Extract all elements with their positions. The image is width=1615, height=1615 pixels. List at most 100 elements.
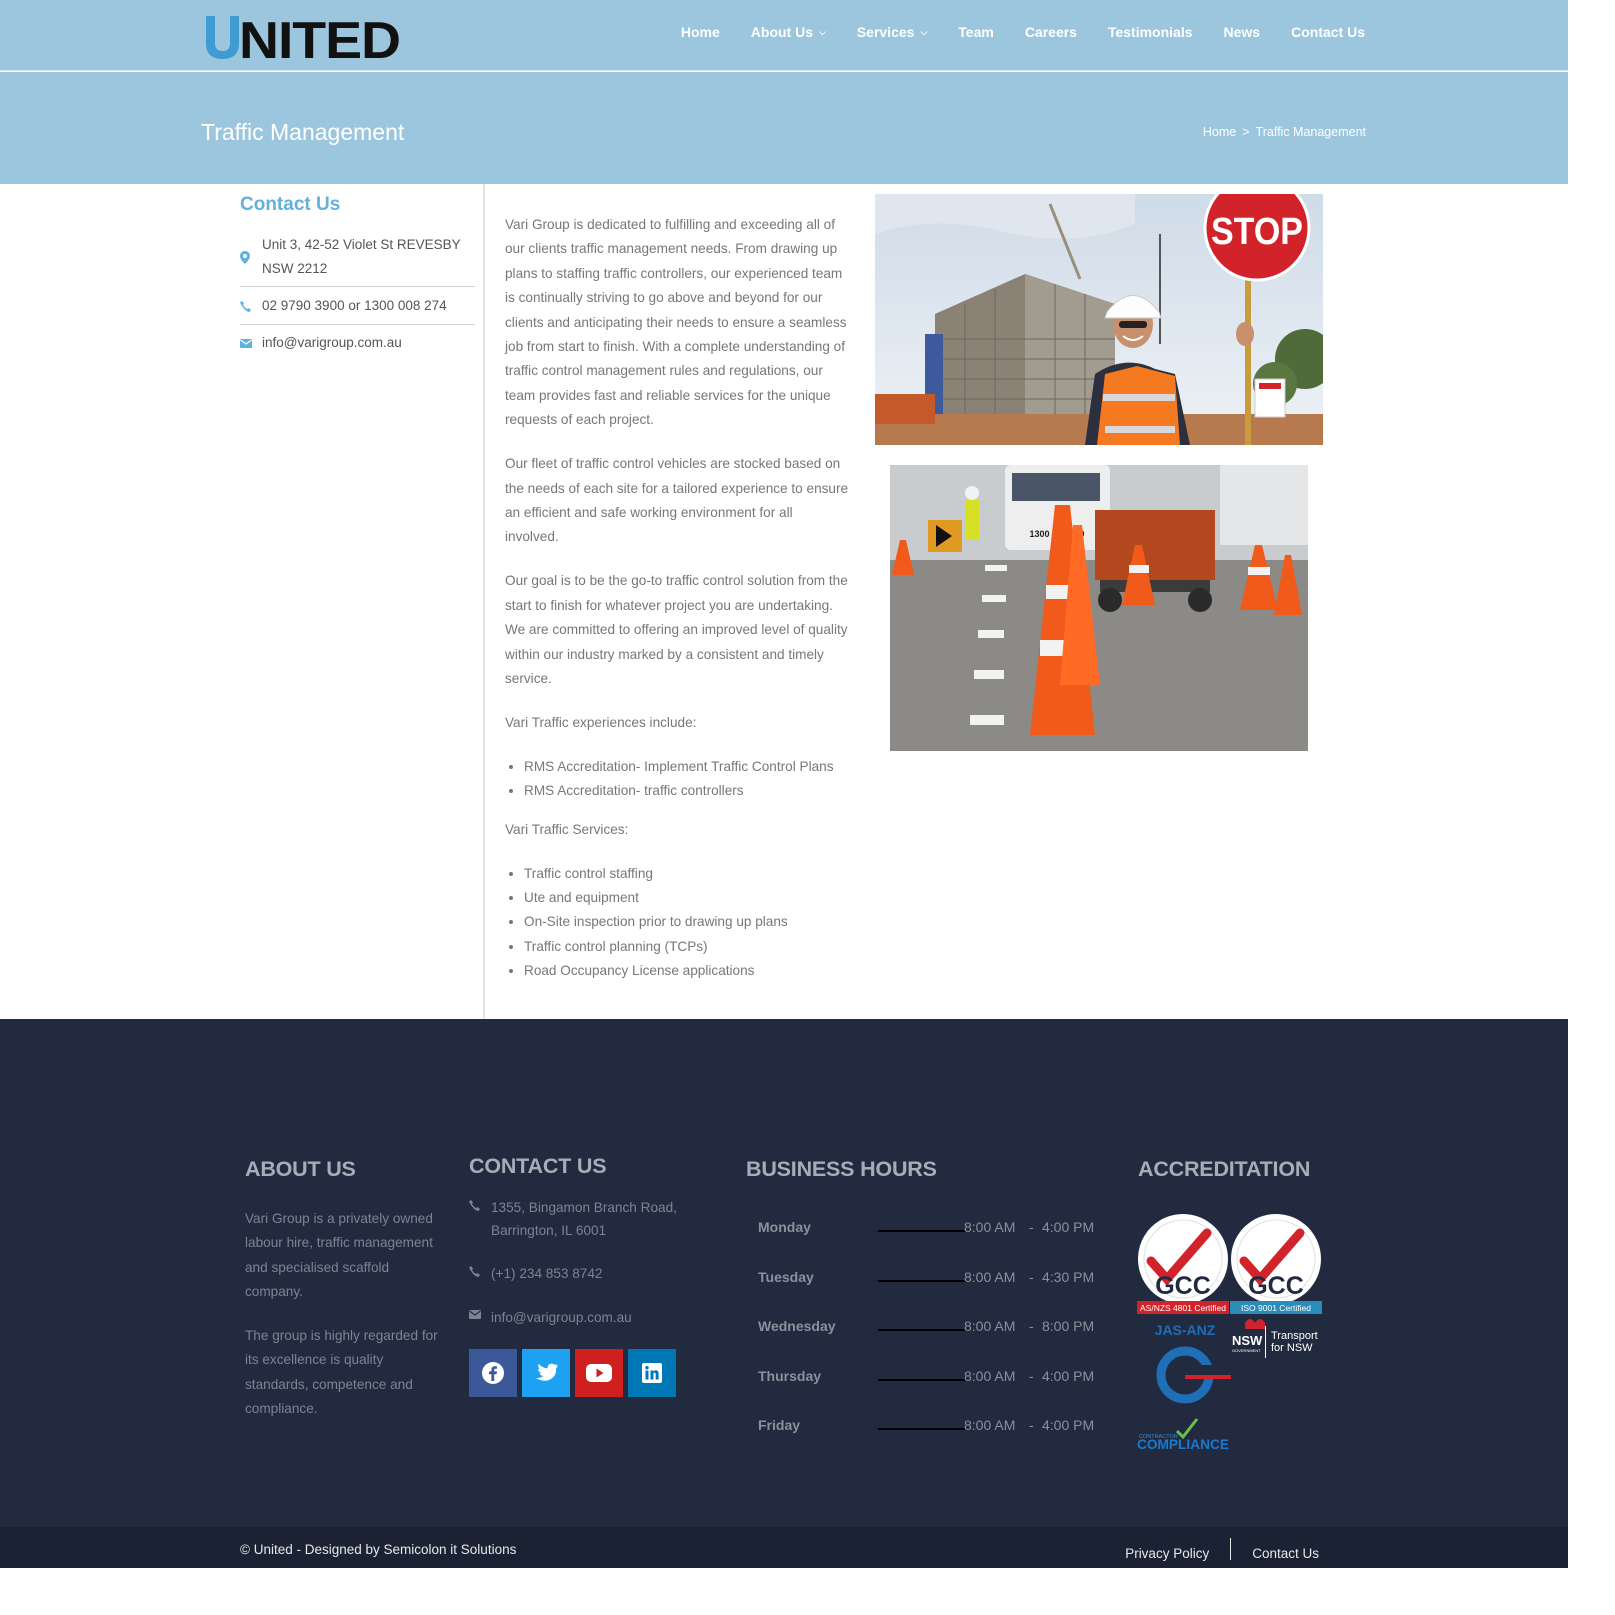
hours-dotted-line [878, 1329, 966, 1331]
linkedin-button[interactable] [628, 1349, 676, 1397]
page-title: Traffic Management [201, 119, 405, 145]
content-paragraph: Vari Group is dedicated to fulfilling an… [505, 217, 847, 428]
gcc-4801-badge: GCC AS/NZS 4801 Certified [1137, 1214, 1229, 1314]
sidebar-divider [240, 286, 475, 287]
footer-about-text: The group is highly regarded for its exc… [245, 1328, 438, 1416]
svg-text:for NSW: for NSW [1271, 1342, 1313, 1354]
svg-text:Transport: Transport [1271, 1330, 1318, 1342]
list-item: Traffic control staffing [524, 862, 850, 886]
hours-dotted-line [878, 1379, 966, 1381]
footer-email-text[interactable]: info@varigroup.com.au [491, 1306, 632, 1329]
nav-team[interactable]: Team [958, 24, 994, 40]
hours-dotted-line [878, 1428, 966, 1430]
top-navigation-bar: NITED Home About Us ⌵ Services ⌵ Team Care… [0, 0, 1568, 71]
gcc-9001-badge: GCC ISO 9001 Certified [1230, 1214, 1322, 1314]
page-title-banner: Traffic Management Home > Traffic Manage… [0, 72, 1568, 184]
sidebar-divider [240, 324, 475, 325]
breadcrumb-current: Traffic Management [1255, 125, 1366, 139]
svg-text:JAS-ANZ: JAS-ANZ [1155, 1322, 1216, 1338]
footer-links: Privacy Policy Contact Us [1125, 1538, 1319, 1564]
svg-text:NSW: NSW [1232, 1333, 1263, 1348]
hours-dotted-line [878, 1280, 966, 1282]
nav-services[interactable]: Services ⌵ [857, 24, 927, 40]
footer-about-text: Vari Group is a privately owned labour h… [245, 1211, 433, 1299]
phone-icon [469, 1262, 481, 1285]
phone-icon [469, 1196, 481, 1242]
contact-sidebar: Contact Us Unit 3, 42-52 Violet St REVES… [240, 184, 485, 1019]
address-line-2: NSW 2212 [262, 261, 328, 276]
svg-text:COMPLIANCE: COMPLIANCE [1137, 1436, 1229, 1450]
twitter-icon [535, 1363, 558, 1381]
svg-text:GOVERNMENT: GOVERNMENT [1232, 1348, 1261, 1353]
contact-us-link[interactable]: Contact Us [1252, 1546, 1319, 1561]
map-pin-icon [240, 233, 252, 281]
breadcrumb-separator: > [1242, 125, 1250, 139]
logo-wordmark: NITED [206, 14, 401, 60]
chevron-down-icon: ⌵ [819, 26, 826, 37]
footer-accreditation-title: ACCREDITATION [1138, 1157, 1311, 1181]
privacy-policy-link[interactable]: Privacy Policy [1125, 1546, 1209, 1561]
footer-phone-text[interactable]: (+1) 234 853 8742 [491, 1262, 603, 1285]
address-line-1: Unit 3, 42-52 Violet St REVESBY [262, 237, 461, 252]
copyright-bar: © United - Designed by Semicolon it Solu… [0, 1527, 1568, 1568]
phone-number[interactable]: 02 9790 3900 or 1300 008 274 [262, 294, 447, 318]
list-item: RMS Accreditation- traffic controllers [524, 779, 850, 803]
hours-row: Friday 8:00 AM -4:00 PM [758, 1417, 1095, 1433]
footer-phone: (+1) 234 853 8742 [469, 1262, 603, 1285]
hours-row: Monday 8:00 AM -4:00 PM [758, 1219, 1095, 1235]
content-paragraph: Our goal is to be the go-to traffic cont… [505, 573, 848, 686]
list-item: Road Occupancy License applications [524, 959, 850, 983]
nav-home[interactable]: Home [681, 24, 720, 40]
nav-about-us[interactable]: About Us ⌵ [751, 24, 826, 40]
list-item: Traffic control planning (TCPs) [524, 935, 850, 959]
breadcrumb: Home > Traffic Management [1203, 125, 1366, 139]
services-list: Traffic control staffing Ute and equipme… [524, 862, 850, 983]
main-nav: Home About Us ⌵ Services ⌵ Team Careers Te… [650, 24, 1365, 40]
nav-testimonials[interactable]: Testimonials [1108, 24, 1193, 40]
nav-contact-us[interactable]: Contact Us [1291, 24, 1365, 40]
youtube-button[interactable] [575, 1349, 623, 1397]
services-heading: Vari Traffic Services: [505, 822, 629, 838]
sidebar-email: info@varigroup.com.au [240, 331, 475, 355]
contractor-compliance-logo: CONTRACTOR COMPLIANCE [1137, 1418, 1229, 1452]
footer-contact-title: CONTACT US [469, 1154, 607, 1178]
content-paragraph: Our fleet of traffic control vehicles ar… [505, 456, 849, 545]
svg-text:STOP: STOP [1211, 211, 1303, 253]
experiences-list: RMS Accreditation- Implement Traffic Con… [524, 755, 850, 803]
twitter-button[interactable] [522, 1349, 570, 1397]
list-item: RMS Accreditation- Implement Traffic Con… [524, 755, 850, 779]
sidebar-title: Contact Us [240, 194, 341, 215]
traffic-cones-photo: 1300 306 830 [890, 465, 1308, 751]
nav-careers[interactable]: Careers [1025, 24, 1077, 40]
social-links [469, 1349, 676, 1397]
svg-text:NITED: NITED [239, 14, 400, 60]
breadcrumb-home[interactable]: Home [1203, 125, 1236, 139]
jas-anz-logo: JAS-ANZ [1155, 1322, 1231, 1404]
footer-email: info@varigroup.com.au [469, 1306, 632, 1329]
main-content: Vari Group is dedicated to fulfilling an… [505, 213, 850, 998]
facebook-button[interactable] [469, 1349, 517, 1397]
svg-text:AS/NZS 4801 Certified: AS/NZS 4801 Certified [1140, 1303, 1226, 1313]
sidebar-phone: 02 9790 3900 or 1300 008 274 [240, 294, 475, 318]
svg-text:GCC: GCC [1248, 1272, 1304, 1300]
footer-address-text: 1355, Bingamon Branch Road, Barrington, … [491, 1200, 677, 1238]
svg-text:GCC: GCC [1155, 1272, 1211, 1300]
transport-nsw-logo: NSW GOVERNMENT Transport for NSW [1232, 1319, 1318, 1358]
footer-hours-title: BUSINESS HOURS [746, 1157, 937, 1181]
link-divider [1230, 1538, 1232, 1560]
hours-row: Wednesday 8:00 AM -8:00 PM [758, 1318, 1095, 1334]
phone-icon [240, 294, 252, 318]
footer-about-title: ABOUT US [245, 1157, 356, 1181]
chevron-down-icon: ⌵ [920, 26, 928, 37]
nav-news[interactable]: News [1224, 24, 1261, 40]
email-link[interactable]: info@varigroup.com.au [262, 331, 402, 355]
experiences-heading: Vari Traffic experiences include: [505, 714, 697, 730]
united-logo[interactable]: NITED [203, 12, 401, 60]
list-item: Ute and equipment [524, 886, 850, 910]
linkedin-icon [642, 1363, 662, 1383]
hours-row: Tuesday 8:00 AM -4:30 PM [758, 1269, 1095, 1285]
sidebar-address: Unit 3, 42-52 Violet St REVESBY NSW 2212 [240, 233, 475, 281]
facebook-icon [482, 1362, 504, 1384]
copyright-text: © United - Designed by Semicolon it Solu… [240, 1542, 517, 1557]
site-footer: ABOUT US Vari Group is a privately owned… [0, 1019, 1568, 1527]
